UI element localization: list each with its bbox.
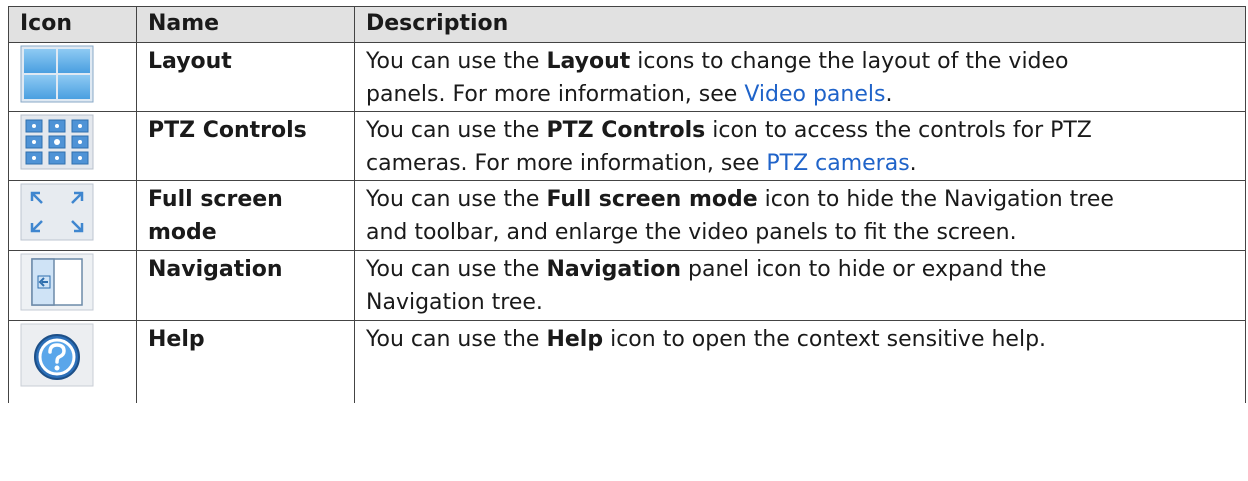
icon-reference-table: Icon Name Description Layout You can use… <box>8 6 1246 403</box>
row-name: Full screen <box>148 187 283 212</box>
row-description: You can use the Layout icons to change t… <box>354 42 1246 112</box>
table-row: PTZ Controls You can use the PTZ Control… <box>8 111 1246 181</box>
layout-grid-icon <box>20 45 94 103</box>
ptz-controls-icon <box>20 114 94 170</box>
video-panels-link[interactable]: Video panels <box>744 82 885 107</box>
table-row: Full screen mode You can use the Full sc… <box>8 180 1246 251</box>
table-row: Help You can use the Help icon to open t… <box>8 320 1246 403</box>
row-description: You can use the PTZ Controls icon to acc… <box>354 111 1246 181</box>
row-description: You can use the Full screen mode icon to… <box>354 180 1246 251</box>
full-screen-icon <box>20 183 94 241</box>
ptz-cameras-link[interactable]: PTZ cameras <box>766 151 909 176</box>
row-description: You can use the Help icon to open the co… <box>354 320 1246 403</box>
header-icon: Icon <box>8 6 137 43</box>
row-name: Help <box>148 327 205 352</box>
row-name: Layout <box>148 49 232 74</box>
row-name-continued: mode <box>148 220 217 245</box>
table-row: Layout You can use the Layout icons to c… <box>8 42 1246 112</box>
navigation-panel-icon <box>20 253 94 311</box>
header-description: Description <box>354 6 1246 43</box>
row-name: Navigation <box>148 257 283 282</box>
row-description: You can use the Navigation panel icon to… <box>354 250 1246 321</box>
table-header-row: Icon Name Description <box>8 6 1246 43</box>
help-icon <box>20 323 94 387</box>
row-name: PTZ Controls <box>148 118 307 143</box>
header-name: Name <box>136 6 355 43</box>
table-row: Navigation You can use the Navigation pa… <box>8 250 1246 321</box>
